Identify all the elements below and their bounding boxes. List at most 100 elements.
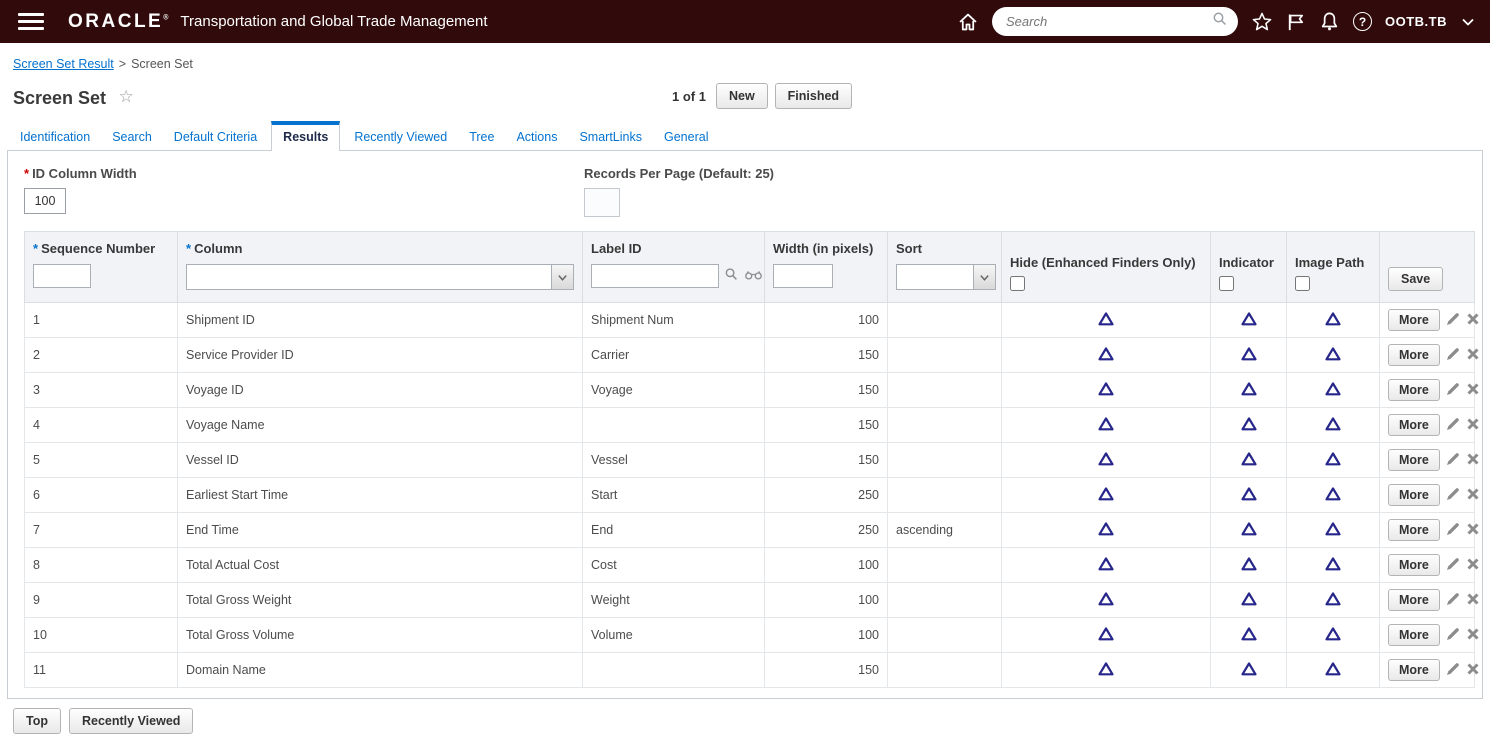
hide-triangle-icon[interactable] bbox=[1097, 381, 1115, 400]
help-icon[interactable]: ? bbox=[1353, 12, 1372, 31]
image-path-triangle-icon[interactable] bbox=[1324, 416, 1342, 435]
indicator-triangle-icon[interactable] bbox=[1240, 311, 1258, 330]
image-path-all-checkbox[interactable] bbox=[1295, 276, 1310, 291]
more-button[interactable]: More bbox=[1388, 379, 1440, 401]
image-path-triangle-icon[interactable] bbox=[1324, 661, 1342, 680]
indicator-triangle-icon[interactable] bbox=[1240, 451, 1258, 470]
search-icon[interactable] bbox=[724, 267, 739, 285]
search-icon[interactable] bbox=[1212, 11, 1228, 32]
edit-pencil-icon[interactable] bbox=[1445, 661, 1461, 680]
notifications-bell-icon[interactable] bbox=[1319, 11, 1340, 32]
hide-triangle-icon[interactable] bbox=[1097, 311, 1115, 330]
finder-binoculars-icon[interactable] bbox=[744, 268, 763, 285]
indicator-all-checkbox[interactable] bbox=[1219, 276, 1234, 291]
chevron-down-icon[interactable] bbox=[1460, 14, 1476, 30]
delete-x-icon[interactable] bbox=[1466, 627, 1480, 644]
tab-results[interactable]: Results bbox=[271, 121, 341, 151]
more-button[interactable]: More bbox=[1388, 659, 1440, 681]
indicator-triangle-icon[interactable] bbox=[1240, 591, 1258, 610]
delete-x-icon[interactable] bbox=[1466, 382, 1480, 399]
tab-actions[interactable]: Actions bbox=[508, 123, 565, 150]
hide-triangle-icon[interactable] bbox=[1097, 346, 1115, 365]
more-button[interactable]: More bbox=[1388, 589, 1440, 611]
delete-x-icon[interactable] bbox=[1466, 487, 1480, 504]
tab-general[interactable]: General bbox=[656, 123, 716, 150]
hide-triangle-icon[interactable] bbox=[1097, 521, 1115, 540]
finished-button[interactable]: Finished bbox=[774, 83, 853, 109]
indicator-triangle-icon[interactable] bbox=[1240, 416, 1258, 435]
breadcrumb-link-screen-set-result[interactable]: Screen Set Result bbox=[13, 57, 114, 71]
indicator-triangle-icon[interactable] bbox=[1240, 556, 1258, 575]
hide-triangle-icon[interactable] bbox=[1097, 451, 1115, 470]
image-path-triangle-icon[interactable] bbox=[1324, 591, 1342, 610]
tab-search[interactable]: Search bbox=[104, 123, 160, 150]
hide-triangle-icon[interactable] bbox=[1097, 416, 1115, 435]
edit-pencil-icon[interactable] bbox=[1445, 381, 1461, 400]
favorites-star-icon[interactable] bbox=[1251, 11, 1273, 33]
image-path-triangle-icon[interactable] bbox=[1324, 451, 1342, 470]
delete-x-icon[interactable] bbox=[1466, 522, 1480, 539]
more-button[interactable]: More bbox=[1388, 519, 1440, 541]
indicator-triangle-icon[interactable] bbox=[1240, 381, 1258, 400]
edit-pencil-icon[interactable] bbox=[1445, 416, 1461, 435]
edit-pencil-icon[interactable] bbox=[1445, 311, 1461, 330]
image-path-triangle-icon[interactable] bbox=[1324, 556, 1342, 575]
tab-smartlinks[interactable]: SmartLinks bbox=[571, 123, 650, 150]
image-path-triangle-icon[interactable] bbox=[1324, 521, 1342, 540]
more-button[interactable]: More bbox=[1388, 414, 1440, 436]
image-path-triangle-icon[interactable] bbox=[1324, 626, 1342, 645]
hide-triangle-icon[interactable] bbox=[1097, 661, 1115, 680]
sequence-number-filter-input[interactable] bbox=[33, 264, 91, 288]
label-id-filter-input[interactable] bbox=[591, 264, 719, 288]
indicator-triangle-icon[interactable] bbox=[1240, 626, 1258, 645]
delete-x-icon[interactable] bbox=[1466, 347, 1480, 364]
hide-triangle-icon[interactable] bbox=[1097, 486, 1115, 505]
tab-identification[interactable]: Identification bbox=[12, 123, 98, 150]
column-select[interactable] bbox=[186, 264, 574, 290]
hamburger-menu-icon[interactable] bbox=[18, 13, 44, 30]
edit-pencil-icon[interactable] bbox=[1445, 486, 1461, 505]
delete-x-icon[interactable] bbox=[1466, 312, 1480, 329]
save-button[interactable]: Save bbox=[1388, 267, 1444, 291]
delete-x-icon[interactable] bbox=[1466, 417, 1480, 434]
records-per-page-input[interactable] bbox=[584, 188, 620, 217]
id-column-width-input[interactable] bbox=[24, 188, 66, 214]
delete-x-icon[interactable] bbox=[1466, 452, 1480, 469]
image-path-triangle-icon[interactable] bbox=[1324, 346, 1342, 365]
width-filter-input[interactable] bbox=[773, 264, 833, 288]
more-button[interactable]: More bbox=[1388, 624, 1440, 646]
more-button[interactable]: More bbox=[1388, 344, 1440, 366]
image-path-triangle-icon[interactable] bbox=[1324, 486, 1342, 505]
more-button[interactable]: More bbox=[1388, 484, 1440, 506]
hide-triangle-icon[interactable] bbox=[1097, 626, 1115, 645]
edit-pencil-icon[interactable] bbox=[1445, 451, 1461, 470]
user-menu[interactable]: OOTB.TB bbox=[1385, 14, 1447, 29]
home-icon[interactable] bbox=[957, 11, 979, 33]
tab-recently-viewed[interactable]: Recently Viewed bbox=[346, 123, 455, 150]
hide-all-checkbox[interactable] bbox=[1010, 276, 1025, 291]
edit-pencil-icon[interactable] bbox=[1445, 626, 1461, 645]
flag-icon[interactable] bbox=[1286, 12, 1306, 32]
delete-x-icon[interactable] bbox=[1466, 662, 1480, 679]
edit-pencil-icon[interactable] bbox=[1445, 521, 1461, 540]
edit-pencil-icon[interactable] bbox=[1445, 346, 1461, 365]
tab-tree[interactable]: Tree bbox=[461, 123, 502, 150]
search-input[interactable] bbox=[1006, 14, 1212, 29]
delete-x-icon[interactable] bbox=[1466, 557, 1480, 574]
edit-pencil-icon[interactable] bbox=[1445, 591, 1461, 610]
sort-select[interactable] bbox=[896, 264, 996, 290]
more-button[interactable]: More bbox=[1388, 554, 1440, 576]
hide-triangle-icon[interactable] bbox=[1097, 591, 1115, 610]
favorite-star-icon[interactable]: ☆ bbox=[119, 87, 134, 106]
new-button[interactable]: New bbox=[715, 83, 768, 109]
edit-pencil-icon[interactable] bbox=[1445, 556, 1461, 575]
more-button[interactable]: More bbox=[1388, 309, 1440, 331]
indicator-triangle-icon[interactable] bbox=[1240, 661, 1258, 680]
global-search[interactable] bbox=[992, 7, 1238, 36]
image-path-triangle-icon[interactable] bbox=[1324, 311, 1342, 330]
recently-viewed-button[interactable]: Recently Viewed bbox=[68, 708, 194, 734]
image-path-triangle-icon[interactable] bbox=[1324, 381, 1342, 400]
hide-triangle-icon[interactable] bbox=[1097, 556, 1115, 575]
delete-x-icon[interactable] bbox=[1466, 592, 1480, 609]
indicator-triangle-icon[interactable] bbox=[1240, 486, 1258, 505]
